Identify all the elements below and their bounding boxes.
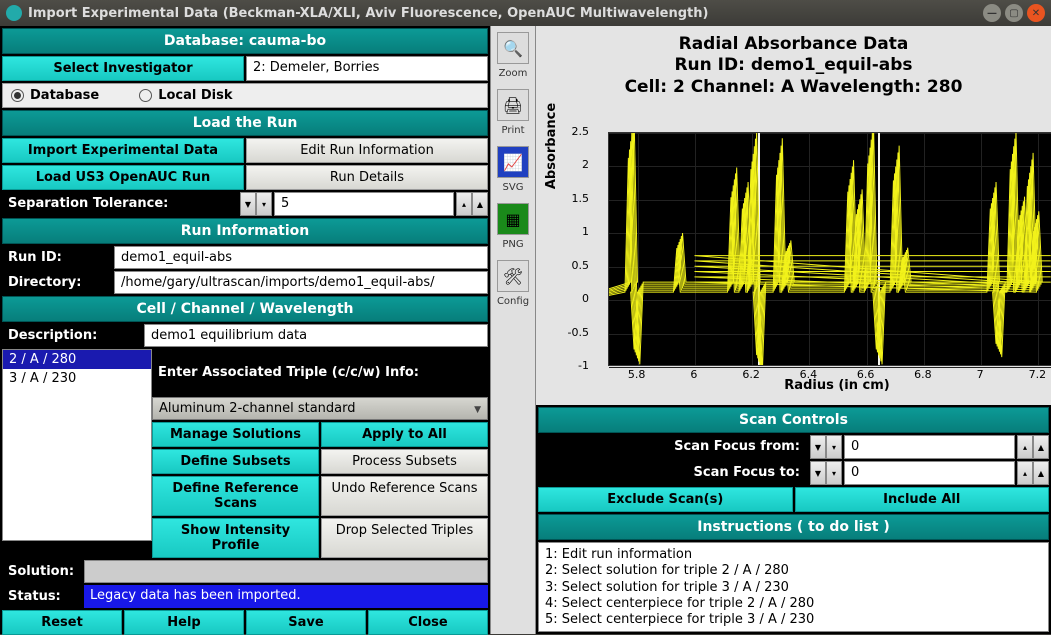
description-field[interactable]: demo1 equilibrium data <box>144 324 488 347</box>
y-axis-label: Absorbance <box>544 46 559 246</box>
plot-canvas[interactable] <box>608 132 1051 366</box>
chevron-down-icon <box>474 401 481 416</box>
to-small-down-button[interactable]: ▾ <box>826 461 842 485</box>
ccw-header: Cell / Channel / Wavelength <box>2 296 488 322</box>
show-intensity-profile-button[interactable]: Show Intensity Profile <box>152 518 319 558</box>
separation-tolerance-label: Separation Tolerance: <box>2 192 238 216</box>
source-radio-group: Database Local Disk <box>2 83 488 108</box>
load-run-header: Load the Run <box>2 110 488 136</box>
svg-label: SVG <box>503 182 524 193</box>
instruction-item: 2: Select solution for triple 2 / A / 28… <box>545 563 1042 579</box>
database-header: Database: cauma-bo <box>2 28 488 54</box>
maximize-button[interactable]: ▢ <box>1005 4 1023 22</box>
status-value: Legacy data has been imported. <box>84 585 488 608</box>
apply-to-all-button[interactable]: Apply to All <box>321 422 488 447</box>
help-button[interactable]: Help <box>124 610 244 635</box>
status-label: Status: <box>2 585 82 608</box>
zoom-label: Zoom <box>499 68 528 79</box>
centerpiece-select[interactable]: Aluminum 2-channel standard <box>152 397 488 420</box>
from-small-down-button[interactable]: ▾ <box>826 435 842 459</box>
instructions-list[interactable]: 1: Edit run information2: Select solutio… <box>538 542 1049 632</box>
chart-area: Radial Absorbance Data Run ID: demo1_equ… <box>536 26 1051 405</box>
investigator-field[interactable]: 2: Demeler, Borries <box>246 56 488 81</box>
print-label: Print <box>501 125 524 136</box>
config-label: Config <box>497 296 529 307</box>
instructions-header: Instructions ( to do list ) <box>538 514 1049 540</box>
scan-focus-from-input[interactable]: 0 <box>844 435 1015 459</box>
septol-big-up-button[interactable]: ▲ <box>472 192 488 216</box>
png-label: PNG <box>502 239 523 250</box>
run-id-field[interactable]: demo1_equil-abs <box>114 246 488 269</box>
directory-field[interactable]: /home/gary/ultrascan/imports/demo1_equil… <box>114 271 488 294</box>
radio-icon <box>11 89 24 102</box>
separation-tolerance-input[interactable]: 5 <box>274 192 454 216</box>
instruction-item: 5: Select centerpiece for triple 3 / A /… <box>545 612 1042 628</box>
septol-small-up-button[interactable]: ▴ <box>456 192 472 216</box>
config-icon[interactable]: 🛠 <box>497 260 529 292</box>
triples-listbox[interactable]: 2 / A / 280 3 / A / 230 <box>2 349 152 541</box>
app-icon <box>6 5 22 21</box>
local-disk-radio[interactable]: Local Disk <box>139 88 232 103</box>
print-icon[interactable]: 🖨 <box>497 89 529 121</box>
exclude-scans-button[interactable]: Exclude Scan(s) <box>538 487 793 512</box>
load-openauc-run-button[interactable]: Load US3 OpenAUC Run <box>2 165 244 190</box>
run-id-label: Run ID: <box>2 246 112 269</box>
select-investigator-button[interactable]: Select Investigator <box>2 56 244 81</box>
scan-controls-header: Scan Controls <box>538 407 1049 433</box>
list-item[interactable]: 2 / A / 280 <box>3 350 151 369</box>
run-details-button[interactable]: Run Details <box>246 165 488 190</box>
close-button[interactable]: Close <box>368 610 488 635</box>
from-big-up-button[interactable]: ▲ <box>1033 435 1049 459</box>
reset-button[interactable]: Reset <box>2 610 122 635</box>
solution-field <box>84 560 488 583</box>
solution-label: Solution: <box>2 560 82 583</box>
svg-icon[interactable]: 📈 <box>497 146 529 178</box>
save-button[interactable]: Save <box>246 610 366 635</box>
chart-title: Radial Absorbance Data Run ID: demo1_equ… <box>546 34 1041 98</box>
edit-run-information-button[interactable]: Edit Run Information <box>246 138 488 163</box>
database-radio[interactable]: Database <box>11 88 99 103</box>
import-experimental-data-button[interactable]: Import Experimental Data <box>2 138 244 163</box>
manage-solutions-button[interactable]: Manage Solutions <box>152 422 319 447</box>
png-icon[interactable]: ▦ <box>497 203 529 235</box>
close-window-button[interactable]: ✕ <box>1027 4 1045 22</box>
run-information-header: Run Information <box>2 218 488 244</box>
titlebar: Import Experimental Data (Beckman-XLA/XL… <box>0 0 1051 26</box>
scan-focus-from-label: Scan Focus from: <box>538 435 808 459</box>
list-item[interactable]: 3 / A / 230 <box>3 369 151 388</box>
from-small-up-button[interactable]: ▴ <box>1017 435 1033 459</box>
description-label: Description: <box>2 324 142 347</box>
septol-big-down-button[interactable]: ▼ <box>240 192 256 216</box>
to-small-up-button[interactable]: ▴ <box>1017 461 1033 485</box>
undo-reference-scans-button[interactable]: Undo Reference Scans <box>321 476 488 516</box>
instruction-item: 1: Edit run information <box>545 547 1042 563</box>
septol-small-down-button[interactable]: ▾ <box>256 192 272 216</box>
define-reference-scans-button[interactable]: Define Reference Scans <box>152 476 319 516</box>
enter-triple-info-label: Enter Associated Triple (c/c/w) Info: <box>152 349 488 395</box>
process-subsets-button[interactable]: Process Subsets <box>321 449 488 474</box>
include-all-button[interactable]: Include All <box>795 487 1050 512</box>
from-big-down-button[interactable]: ▼ <box>810 435 826 459</box>
instruction-item: 4: Select centerpiece for triple 2 / A /… <box>545 596 1042 612</box>
scan-focus-to-input[interactable]: 0 <box>844 461 1015 485</box>
radio-icon <box>139 89 152 102</box>
to-big-up-button[interactable]: ▲ <box>1033 461 1049 485</box>
scan-focus-to-label: Scan Focus to: <box>538 461 808 485</box>
directory-label: Directory: <box>2 271 112 294</box>
drop-selected-triples-button[interactable]: Drop Selected Triples <box>321 518 488 558</box>
to-big-down-button[interactable]: ▼ <box>810 461 826 485</box>
window-title: Import Experimental Data (Beckman-XLA/XL… <box>28 6 708 21</box>
minimize-button[interactable]: — <box>983 4 1001 22</box>
zoom-icon[interactable]: 🔍 <box>497 32 529 64</box>
define-subsets-button[interactable]: Define Subsets <box>152 449 319 474</box>
instruction-item: 3: Select solution for triple 3 / A / 23… <box>545 580 1042 596</box>
